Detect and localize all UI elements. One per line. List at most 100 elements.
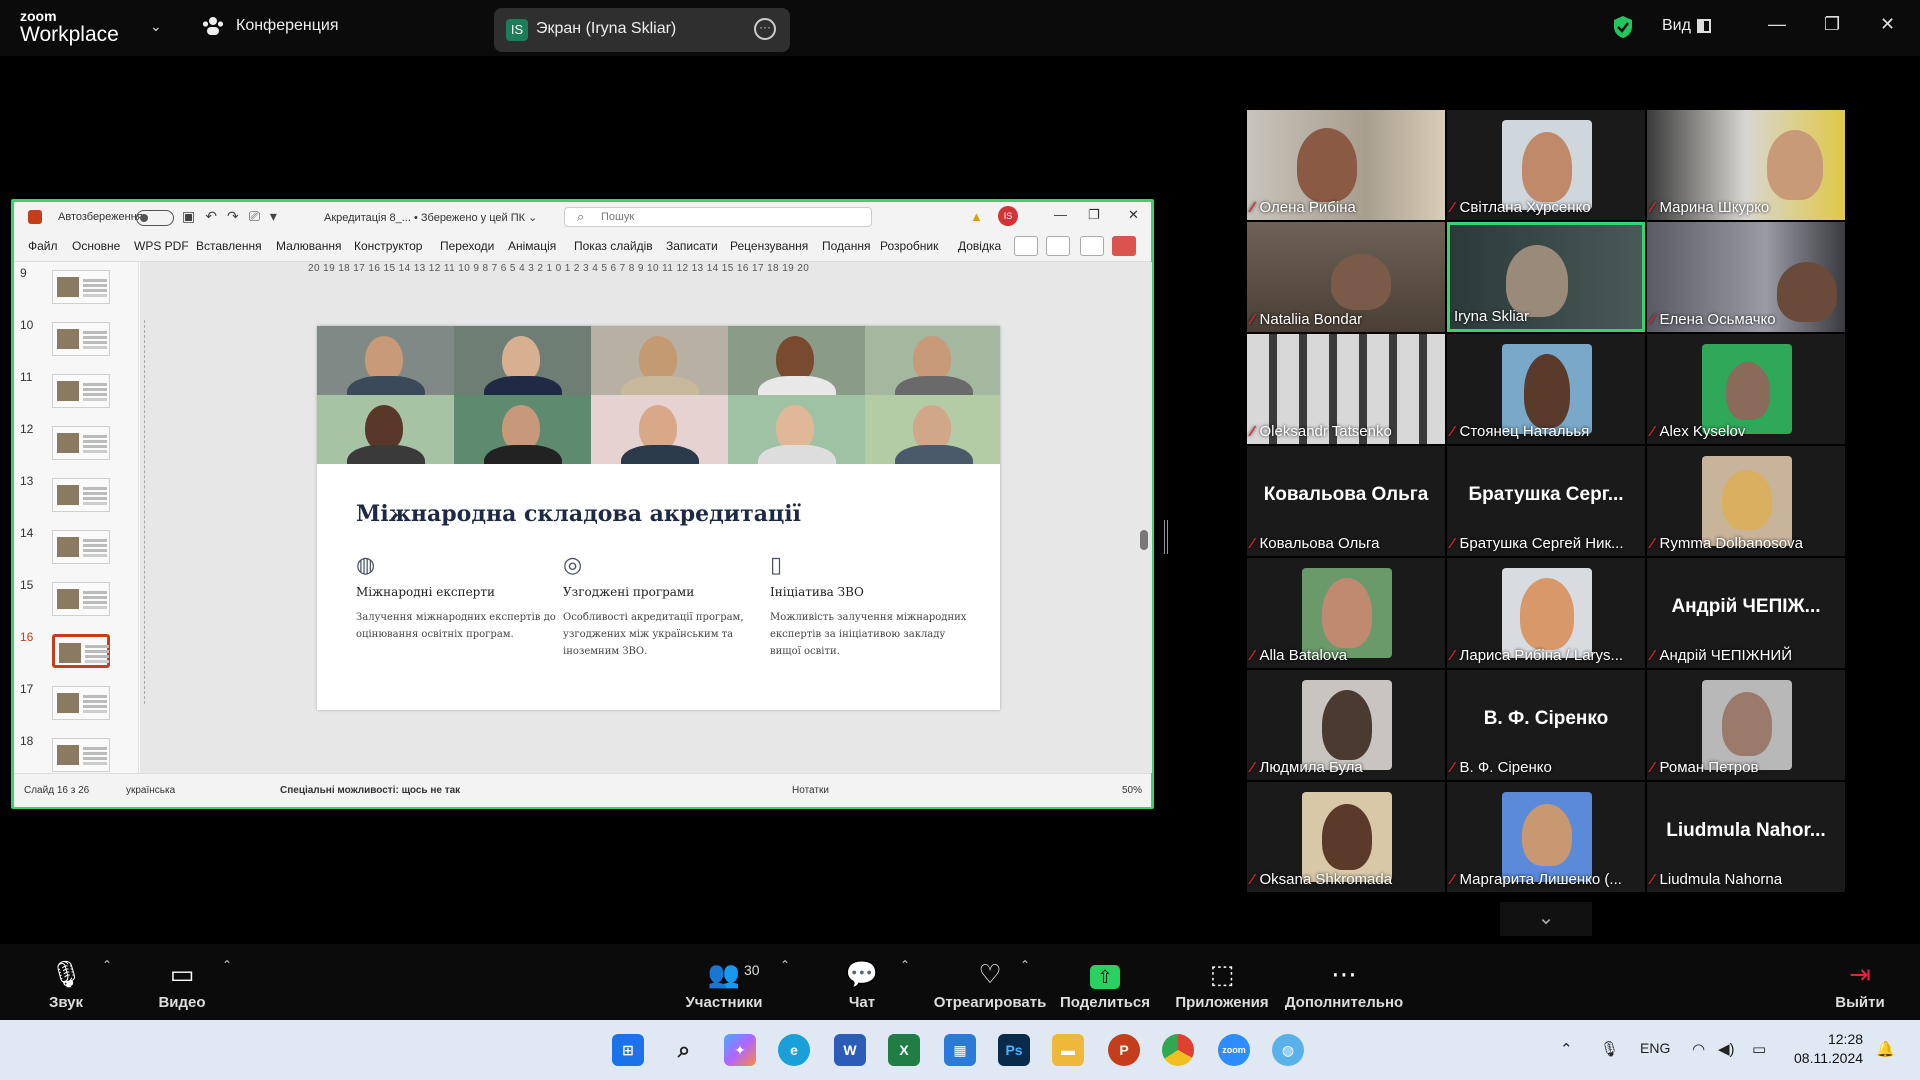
tab-developer[interactable]: Розробник bbox=[880, 239, 938, 253]
present-button[interactable] bbox=[1080, 236, 1104, 256]
store-icon[interactable]: ▦ bbox=[944, 1034, 976, 1066]
screen-share-indicator[interactable]: IS Экран (Iryna Skliar) ··· bbox=[494, 8, 790, 52]
tab-transitions[interactable]: Переходи bbox=[440, 239, 494, 253]
notifications-bell-icon[interactable]: 🔔 bbox=[1876, 1040, 1895, 1058]
restore-icon[interactable]: ❐ bbox=[1824, 14, 1840, 35]
chat-button[interactable]: 💬 Чат ⌃ bbox=[802, 944, 922, 1020]
minimize-icon[interactable]: — bbox=[1768, 14, 1786, 35]
react-options-caret[interactable]: ⌃ bbox=[1020, 958, 1030, 972]
participant-tile[interactable]: ⁄ Марина Шкурко bbox=[1647, 110, 1845, 220]
zoom-workplace-logo[interactable]: zoom Workplace bbox=[20, 9, 119, 45]
current-slide[interactable]: Міжнародна складова акредитації ◍ Міжнар… bbox=[317, 326, 1000, 710]
warning-icon[interactable]: ▲ bbox=[970, 209, 983, 224]
participant-tile[interactable]: Ковальова Ольга ⁄ Ковальова Ольга bbox=[1247, 446, 1445, 556]
tab-design[interactable]: Конструктор bbox=[354, 239, 422, 253]
share-button[interactable] bbox=[1112, 236, 1136, 256]
copilot-icon[interactable]: ✦ bbox=[724, 1034, 756, 1066]
participant-tile[interactable]: ⁄ Елена Осьмачко bbox=[1647, 222, 1845, 332]
leave-button[interactable]: ⇥ Выйти bbox=[1800, 944, 1920, 1020]
word-icon[interactable]: W bbox=[834, 1034, 866, 1066]
tab-review[interactable]: Рецензування bbox=[730, 239, 808, 253]
participant-tile[interactable]: ⁄ Маргарита Лишенко (... bbox=[1447, 782, 1645, 892]
participant-tile[interactable]: ⁄ Nataliia Bondar bbox=[1247, 222, 1445, 332]
more-options-icon[interactable]: ··· bbox=[754, 18, 776, 40]
ppt-search-box[interactable]: ⌕ Пошук bbox=[564, 207, 872, 227]
chrome-icon[interactable] bbox=[1162, 1034, 1194, 1066]
tab-file[interactable]: Файл bbox=[28, 239, 58, 253]
slide-editor-area[interactable]: 20 19 18 17 16 15 14 13 12 11 10 9 8 7 6… bbox=[140, 262, 1152, 773]
tab-help[interactable]: Довідка bbox=[958, 239, 1001, 253]
conference-button[interactable]: Конференция bbox=[202, 17, 339, 35]
apps-button[interactable]: ⬚ Приложения bbox=[1166, 944, 1278, 1020]
quick-access-toolbar[interactable]: ▣↶↷⎚▾ bbox=[182, 208, 287, 225]
more-button[interactable]: ⋯ Дополнительно bbox=[1284, 944, 1404, 1020]
participant-tile-active-speaker[interactable]: Iryna Skliar bbox=[1447, 222, 1645, 332]
zoom-app-icon[interactable]: zoom bbox=[1218, 1034, 1250, 1066]
participant-tile[interactable]: ⁄ Стоянец Натальья bbox=[1447, 334, 1645, 444]
system-clock[interactable]: 12:28 08.11.2024 bbox=[1794, 1030, 1863, 1068]
video-button[interactable]: ▭ Видео ⌃ bbox=[122, 944, 242, 1020]
powerpoint-icon[interactable]: P bbox=[1108, 1034, 1140, 1066]
share-screen-button[interactable]: ⇧ Поделиться bbox=[1046, 944, 1164, 1020]
participants-button[interactable]: 👥 Участники 30 ⌃ bbox=[664, 944, 790, 1020]
participant-tile[interactable]: ⁄ Oksana Shkromada bbox=[1247, 782, 1445, 892]
chevron-down-icon[interactable]: ⌄ bbox=[150, 18, 162, 35]
tab-wps-pdf[interactable]: WPS PDF bbox=[134, 239, 189, 253]
tab-animation[interactable]: Анімація bbox=[508, 239, 556, 253]
editor-scrollbar[interactable] bbox=[1140, 272, 1148, 758]
tab-slideshow[interactable]: Показ слайдів bbox=[574, 239, 653, 253]
slide-thumbnails-pane[interactable]: 9 10 11 12 13 14 15 16 17 18 bbox=[14, 262, 139, 773]
participant-tile[interactable]: Liudmula Nahor... ⁄ Liudmula Nahorna bbox=[1647, 782, 1845, 892]
close-icon[interactable]: ✕ bbox=[1880, 14, 1895, 35]
react-button[interactable]: ♡ Отреагировать ⌃ bbox=[920, 944, 1060, 1020]
participant-tile[interactable]: Братушка Серг... ⁄ Братушка Сергей Ник... bbox=[1447, 446, 1645, 556]
participants-options-caret[interactable]: ⌃ bbox=[780, 958, 790, 972]
accessibility-status[interactable]: Спеціальні можливості: щось не так bbox=[280, 785, 460, 796]
chat-options-caret[interactable]: ⌃ bbox=[900, 958, 910, 972]
audio-button[interactable]: 🎙 Звук ⌃ bbox=[6, 944, 126, 1020]
excel-icon[interactable]: X bbox=[888, 1034, 920, 1066]
edge-browser-icon[interactable]: e bbox=[778, 1034, 810, 1066]
participant-tile[interactable]: ⁄ Alex Kyselov bbox=[1647, 334, 1845, 444]
input-language[interactable]: ENG bbox=[1640, 1040, 1670, 1056]
zoom-level[interactable]: 50% bbox=[1122, 785, 1142, 796]
user-avatar[interactable]: IS bbox=[998, 206, 1018, 226]
tab-view[interactable]: Подання bbox=[822, 239, 870, 253]
participant-tile[interactable]: В. Ф. Сіренко ⁄ В. Ф. Сіренко bbox=[1447, 670, 1645, 780]
shared-screen-powerpoint[interactable]: Автозбереження ▣↶↷⎚▾ Акредитація 8_... •… bbox=[11, 199, 1154, 809]
participant-tile[interactable]: ⁄ Людмила Була bbox=[1247, 670, 1445, 780]
view-button[interactable]: Вид bbox=[1662, 17, 1691, 35]
audio-options-caret[interactable]: ⌃ bbox=[102, 958, 112, 972]
record-button[interactable] bbox=[1046, 236, 1070, 256]
participant-tile[interactable]: ⁄ Світлана Хурсенко bbox=[1447, 110, 1645, 220]
participant-tile[interactable]: ⁄ Oleksandr Tatsenko bbox=[1247, 334, 1445, 444]
ppt-close-icon[interactable]: ✕ bbox=[1128, 207, 1139, 223]
participant-tile[interactable]: ⁄ Роман Петров bbox=[1647, 670, 1845, 780]
participant-tile[interactable]: ⁄ Alla Batalova bbox=[1247, 558, 1445, 668]
comments-button[interactable] bbox=[1014, 236, 1038, 256]
tab-home[interactable]: Основне bbox=[72, 239, 120, 253]
battery-icon[interactable]: ▭ bbox=[1752, 1040, 1766, 1058]
notes-button[interactable]: Нотатки bbox=[792, 785, 829, 796]
ppt-restore-icon[interactable]: ❐ bbox=[1088, 207, 1100, 223]
photoshop-icon[interactable]: Ps bbox=[998, 1034, 1030, 1066]
participant-tile[interactable]: Андрій ЧЕПІЖ... ⁄ Андрій ЧЕПІЖНИЙ bbox=[1647, 558, 1845, 668]
tab-draw[interactable]: Малювання bbox=[276, 239, 341, 253]
tab-record[interactable]: Записати bbox=[666, 239, 718, 253]
video-options-caret[interactable]: ⌃ bbox=[222, 958, 232, 972]
search-icon[interactable]: ⌕ bbox=[668, 1034, 700, 1066]
tab-insert[interactable]: Вставлення bbox=[196, 239, 262, 253]
participant-tile[interactable]: ⁄ Лариса Рибіна / Larys... bbox=[1447, 558, 1645, 668]
autosave-toggle[interactable] bbox=[136, 210, 174, 226]
view-layout-icon[interactable] bbox=[1697, 19, 1711, 33]
file-explorer-icon[interactable]: ▬ bbox=[1052, 1034, 1084, 1066]
encryption-shield-icon[interactable] bbox=[1612, 15, 1634, 39]
windows-start-icon[interactable]: ⊞ bbox=[612, 1034, 644, 1066]
gallery-next-page-button[interactable]: ⌄ bbox=[1500, 902, 1592, 936]
ppt-minimize-icon[interactable]: — bbox=[1054, 207, 1067, 222]
participant-tile[interactable]: ⁄ Олена Рибіна bbox=[1247, 110, 1445, 220]
participant-tile[interactable]: ⁄ Rymma Dolbanosova bbox=[1647, 446, 1845, 556]
split-drag-handle[interactable] bbox=[1164, 520, 1168, 554]
tray-overflow-icon[interactable]: ⌃ bbox=[1560, 1040, 1573, 1058]
wifi-icon[interactable]: ◠ bbox=[1692, 1040, 1705, 1058]
